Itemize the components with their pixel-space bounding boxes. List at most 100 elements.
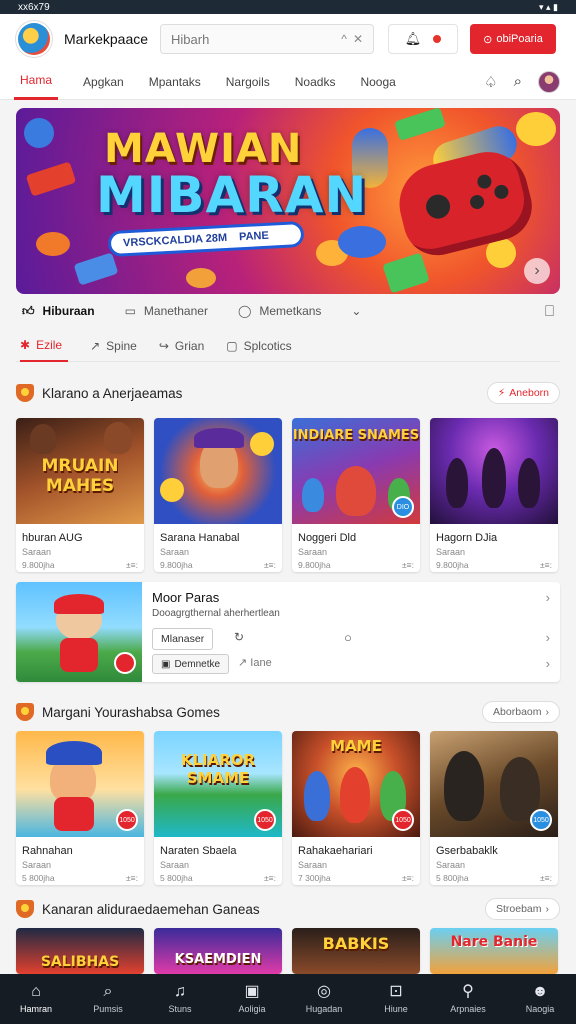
tab-5[interactable]: Noadks [295,64,336,100]
game-card[interactable]: Hagorn DJia Saraan 9.800jha ±≡: [430,418,558,572]
bottom-nav-search[interactable]: ⌕ Pumsis [72,974,144,1024]
hero-banner[interactable]: MAWIAN MIBARAN VRSCKCALDIA 28M PANE › [16,108,560,294]
thumb-title: BABKIS [322,934,390,953]
search-icon: ⌕ [103,983,113,1000]
bottom-nav-download[interactable]: ⊡ Hiune [360,974,432,1024]
game-card[interactable]: MRUAIN MAHES hburan AUG Saraan 9.800jha ±… [16,418,144,572]
share-circle-icon[interactable]: ↻ [234,630,244,644]
game-card[interactable]: 1050 Rahnahan Saraan 5 800jha ±≡: [16,731,144,885]
comment-action[interactable]: ▭ Manethaner [125,304,208,318]
bottom-nav-label: Hiune [384,1004,408,1014]
bottom-nav-explore[interactable]: ⚲ Arpnaies [432,974,504,1024]
game-card[interactable]: KSAEMDIEN [154,928,282,974]
section-more-button[interactable]: Stroebam › [484,898,560,920]
share-icon: ↗ [90,338,101,353]
game-card[interactable]: KLIAROR SMAME 1050 Naraten Sbaela Saraan… [154,731,282,885]
chevron-right-icon[interactable]: › [546,656,550,671]
chat-action[interactable]: ◯ Memetkans [238,304,321,318]
subtab-label: Ezile [36,337,63,352]
avatar[interactable] [538,70,560,93]
bottom-nav-gallery[interactable]: ▣ Aoligia [216,974,288,1024]
game-thumbnail: MAME 1050 [292,731,420,837]
section-more-button[interactable]: Aborbaom › [482,701,560,723]
like-action[interactable]: 👍︎ Hiburaan [22,304,95,319]
banner-pill[interactable]: VRSCKCALDIA 28M PANE [107,220,305,258]
subtab-4[interactable]: ▢ Splcotics [226,330,291,362]
status-icons: ▾ ▴ ▮ [539,1,558,12]
card-meta: 9.800jha [22,560,55,570]
tab-6[interactable]: Nooga [360,64,395,100]
card-subtitle: Saraan [436,547,466,557]
cta-button[interactable]: ⊙ obiPoaria [470,24,556,54]
card-meta: 5 800jha [160,873,193,883]
bottom-nav-profile[interactable]: ☻ Naogia [504,974,576,1024]
game-thumbnail: BABKIS [292,928,420,974]
banner-next-button[interactable]: › [524,258,550,284]
search-input[interactable]: Hibarh ^ ✕ [160,24,374,54]
bell-icon[interactable]: 🔔︎ [405,31,422,47]
chevron-up-icon[interactable]: ^ [341,32,347,46]
brick-shape [382,252,430,294]
status-time: xx6x79 [18,1,50,13]
card-badge: 1050 [392,809,414,831]
share-icon: ↗ [238,657,251,669]
radio-icon[interactable]: ○ [344,630,352,645]
featured-description: Dooagrgthernal aherhertlean [152,608,280,619]
status-bar: xx6x79 ▾ ▴ ▮ [0,0,576,14]
featured-secondary-label: Demnetke [174,658,221,670]
clear-icon[interactable]: ✕ [353,32,363,46]
share-link[interactable]: ↗ Iane [238,656,272,669]
bottom-nav: ⌂ Hamran ⌕ Pumsis ♫ Stuns ▣ Aoligia ◎ Hugadan… [0,974,576,1024]
card-meta-icons: ±≡: [540,560,552,570]
subtab-3[interactable]: ↪ Grian [159,330,204,362]
coin-shape [516,112,556,146]
thumb-title: INDIARE SNAMES [292,428,420,443]
game-thumbnail: SALIBHAS [16,928,144,974]
image-icon: ▣ [244,983,260,1000]
game-thumbnail: KSAEMDIEN [154,928,282,974]
card-title: Sarana Hanabal [160,532,240,544]
banner-title-line2: MIBARAN [96,166,368,224]
bookmark-icon[interactable]: ⎕ [545,303,554,320]
banner-pill-tag: PANE [238,229,270,244]
notification-icon[interactable]: ♤ [484,73,497,91]
bottom-nav-label: Pumsis [93,1004,123,1014]
game-card[interactable]: MAME 1050 Rahakaehariari Saraan 7 300jha… [292,731,420,885]
game-card[interactable]: Sarana Hanabal Saraan 9.800jha ±≡: [154,418,282,572]
section-link-label: Aneborn [509,387,549,399]
featured-button[interactable]: Mlanaser [152,628,214,650]
game-card[interactable]: BABKIS [292,928,420,974]
cta-label: obiPoaria [496,33,543,45]
game-card[interactable]: INDIARE SNAMES DIO Noggeri Dld Saraan 9.… [292,418,420,572]
tab-home[interactable]: Hama [14,64,59,100]
tab-3[interactable]: Mpantaks [149,64,201,100]
featured-secondary-button[interactable]: ▣ Demnetke [152,654,230,674]
card-subtitle: Saraan [298,860,328,870]
game-card[interactable]: 1050 Gserbabaklk Saraan 5 800jha ±≡: [430,731,558,885]
game-card[interactable]: SALIBHAS [16,928,144,974]
subtab-1[interactable]: ✱ Ezile [20,330,69,362]
featured-item[interactable]: Moor Paras Dooagrgthernal aherhertlean M… [16,582,560,682]
app-logo[interactable] [18,23,50,55]
game-card[interactable]: Nare Banie [430,928,558,974]
grid-icon: ▣ [161,658,171,670]
card-meta: 9.800jha [436,560,469,570]
subtab-2[interactable]: ↗ Spine [90,330,137,362]
thumbs-up-icon: 👍︎ [22,303,35,318]
card-badge: DIO [392,496,414,518]
tab-4[interactable]: Nargoils [226,64,270,100]
card-badge: 1050 [116,809,138,831]
search-icon[interactable]: ⌕ [514,73,522,90]
bottom-nav-home[interactable]: ⌂ Hamran [0,974,72,1024]
subtab-label: Spine [106,338,137,353]
chevron-right-icon[interactable]: › [546,590,550,605]
bottom-nav-music[interactable]: ♫ Stuns [144,974,216,1024]
bottom-nav-target[interactable]: ◎ Hugadan [288,974,360,1024]
card-meta-icons: ±≡: [264,560,276,570]
tab-2[interactable]: Apgkan [83,64,124,100]
dropdown-action[interactable]: ⌄ [351,304,361,318]
section-more-button[interactable]: ⚡︎ Aneborn [486,382,560,404]
notification-group[interactable]: 🔔︎ [388,24,458,54]
square-icon: ▢ [226,338,238,353]
chevron-right-icon[interactable]: › [546,630,550,645]
